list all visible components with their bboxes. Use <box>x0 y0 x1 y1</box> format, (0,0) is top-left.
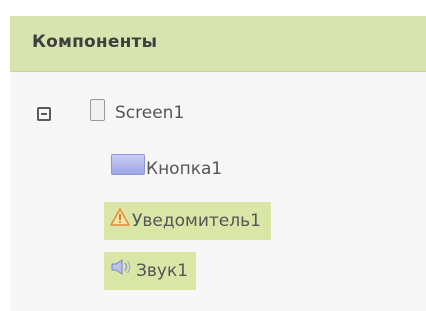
tree-node-notifier1[interactable]: Уведомитель1 <box>104 202 271 240</box>
tree-node-label: Кнопка1 <box>146 159 223 179</box>
tree-node-label: Уведомитель1 <box>132 211 261 231</box>
panel-title: Компоненты <box>32 32 158 52</box>
warning-icon <box>110 208 130 226</box>
collapse-icon[interactable] <box>37 107 51 121</box>
screen-icon <box>90 99 105 121</box>
component-tree: Screen1 Кнопка1 Уведомитель1 Звук1 <box>10 72 426 311</box>
tree-node-screen1[interactable]: Screen1 <box>90 94 184 132</box>
tree-node-label: Screen1 <box>115 103 185 123</box>
panel-header: Компоненты <box>10 16 426 72</box>
tree-node-button1[interactable]: Кнопка1 <box>111 150 222 188</box>
button-component-icon <box>111 153 145 175</box>
tree-node-sound1[interactable]: Звук1 <box>104 252 197 290</box>
components-panel: Компоненты Screen1 Кнопка1 Уведомитель1 <box>0 0 426 311</box>
speaker-icon <box>111 259 131 275</box>
tree-node-label: Звук1 <box>136 261 189 281</box>
